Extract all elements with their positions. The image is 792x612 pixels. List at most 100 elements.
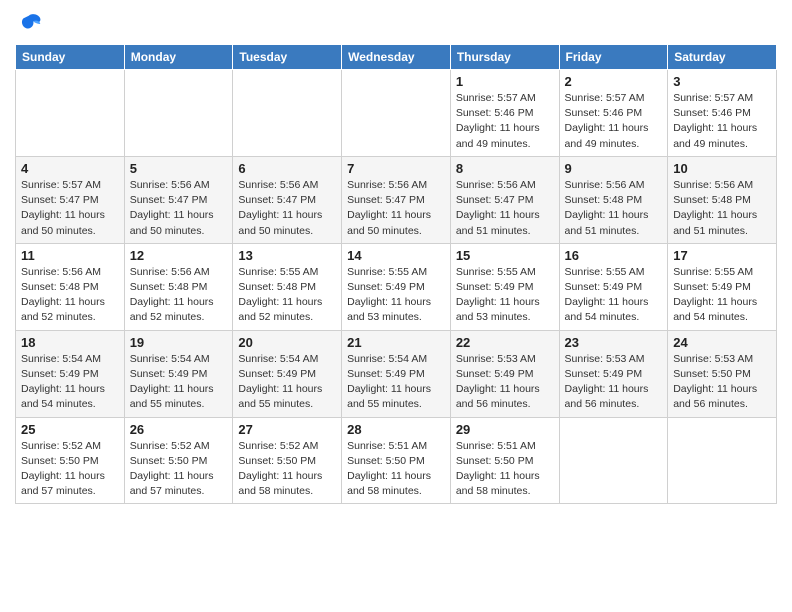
calendar-cell: 10 Sunrise: 5:56 AM Sunset: 5:48 PM Dayli… (668, 156, 777, 243)
day-info: Sunrise: 5:56 AM Sunset: 5:48 PM Dayligh… (21, 265, 119, 326)
day-number: 13 (238, 248, 336, 263)
day-number: 5 (130, 161, 228, 176)
day-header-sunday: Sunday (16, 45, 125, 70)
day-number: 17 (673, 248, 771, 263)
day-info: Sunrise: 5:56 AM Sunset: 5:47 PM Dayligh… (130, 178, 228, 239)
day-info: Sunrise: 5:55 AM Sunset: 5:48 PM Dayligh… (238, 265, 336, 326)
day-number: 2 (565, 74, 663, 89)
day-number: 10 (673, 161, 771, 176)
day-info: Sunrise: 5:57 AM Sunset: 5:46 PM Dayligh… (456, 91, 554, 152)
calendar-cell: 26Sunrise: 5:52 AM Sunset: 5:50 PM Dayli… (124, 417, 233, 504)
day-info: Sunrise: 5:57 AM Sunset: 5:46 PM Dayligh… (673, 91, 771, 152)
calendar-cell: 7 Sunrise: 5:56 AM Sunset: 5:47 PM Daylig… (342, 156, 451, 243)
day-info: Sunrise: 5:53 AM Sunset: 5:49 PM Dayligh… (565, 352, 663, 413)
day-info: Sunrise: 5:55 AM Sunset: 5:49 PM Dayligh… (565, 265, 663, 326)
day-info: Sunrise: 5:56 AM Sunset: 5:47 PM Dayligh… (347, 178, 445, 239)
day-number: 29 (456, 422, 554, 437)
calendar-cell: 20 Sunrise: 5:54 AM Sunset: 5:49 PM Dayli… (233, 330, 342, 417)
day-number: 8 (456, 161, 554, 176)
day-number: 23 (565, 335, 663, 350)
day-info: Sunrise: 5:56 AM Sunset: 5:47 PM Dayligh… (238, 178, 336, 239)
calendar-cell: 11 Sunrise: 5:56 AM Sunset: 5:48 PM Dayli… (16, 243, 125, 330)
calendar-cell: 12Sunrise: 5:56 AM Sunset: 5:48 PM Dayli… (124, 243, 233, 330)
day-number: 19 (130, 335, 228, 350)
day-number: 28 (347, 422, 445, 437)
calendar-cell: 5 Sunrise: 5:56 AM Sunset: 5:47 PM Daylig… (124, 156, 233, 243)
day-header-friday: Friday (559, 45, 668, 70)
day-info: Sunrise: 5:54 AM Sunset: 5:49 PM Dayligh… (347, 352, 445, 413)
calendar-cell: 29 Sunrise: 5:51 AM Sunset: 5:50 PM Dayli… (450, 417, 559, 504)
logo-icon (15, 10, 43, 38)
day-info: Sunrise: 5:52 AM Sunset: 5:50 PM Dayligh… (21, 439, 119, 500)
calendar-cell (16, 70, 125, 157)
week-row-2: 11 Sunrise: 5:56 AM Sunset: 5:48 PM Dayli… (16, 243, 777, 330)
calendar-cell: 8 Sunrise: 5:56 AM Sunset: 5:47 PM Daylig… (450, 156, 559, 243)
week-row-4: 25 Sunrise: 5:52 AM Sunset: 5:50 PM Dayli… (16, 417, 777, 504)
calendar-cell: 21 Sunrise: 5:54 AM Sunset: 5:49 PM Dayli… (342, 330, 451, 417)
day-number: 11 (21, 248, 119, 263)
week-row-3: 18 Sunrise: 5:54 AM Sunset: 5:49 PM Dayli… (16, 330, 777, 417)
header (15, 10, 777, 38)
calendar-cell: 15 Sunrise: 5:55 AM Sunset: 5:49 PM Dayli… (450, 243, 559, 330)
day-info: Sunrise: 5:54 AM Sunset: 5:49 PM Dayligh… (130, 352, 228, 413)
day-info: Sunrise: 5:54 AM Sunset: 5:49 PM Dayligh… (21, 352, 119, 413)
day-number: 16 (565, 248, 663, 263)
day-number: 6 (238, 161, 336, 176)
day-info: Sunrise: 5:56 AM Sunset: 5:48 PM Dayligh… (130, 265, 228, 326)
day-header-monday: Monday (124, 45, 233, 70)
calendar-cell: 22 Sunrise: 5:53 AM Sunset: 5:49 PM Dayli… (450, 330, 559, 417)
day-header-thursday: Thursday (450, 45, 559, 70)
day-number: 14 (347, 248, 445, 263)
day-info: Sunrise: 5:57 AM Sunset: 5:46 PM Dayligh… (565, 91, 663, 152)
calendar-cell: 28 Sunrise: 5:51 AM Sunset: 5:50 PM Dayli… (342, 417, 451, 504)
day-number: 4 (21, 161, 119, 176)
day-number: 27 (238, 422, 336, 437)
calendar-cell: 16 Sunrise: 5:55 AM Sunset: 5:49 PM Dayli… (559, 243, 668, 330)
day-number: 25 (21, 422, 119, 437)
day-info: Sunrise: 5:56 AM Sunset: 5:48 PM Dayligh… (673, 178, 771, 239)
day-number: 18 (21, 335, 119, 350)
day-info: Sunrise: 5:56 AM Sunset: 5:47 PM Dayligh… (456, 178, 554, 239)
calendar-page: SundayMondayTuesdayWednesdayThursdayFrid… (0, 0, 792, 612)
calendar-cell: 18 Sunrise: 5:54 AM Sunset: 5:49 PM Dayli… (16, 330, 125, 417)
logo (15, 10, 47, 38)
day-info: Sunrise: 5:51 AM Sunset: 5:50 PM Dayligh… (456, 439, 554, 500)
day-number: 9 (565, 161, 663, 176)
day-header-tuesday: Tuesday (233, 45, 342, 70)
calendar-cell: 25 Sunrise: 5:52 AM Sunset: 5:50 PM Dayli… (16, 417, 125, 504)
day-info: Sunrise: 5:55 AM Sunset: 5:49 PM Dayligh… (673, 265, 771, 326)
week-row-1: 4Sunrise: 5:57 AM Sunset: 5:47 PM Daylig… (16, 156, 777, 243)
day-info: Sunrise: 5:52 AM Sunset: 5:50 PM Dayligh… (238, 439, 336, 500)
calendar-table: SundayMondayTuesdayWednesdayThursdayFrid… (15, 44, 777, 504)
calendar-cell: 24Sunrise: 5:53 AM Sunset: 5:50 PM Dayli… (668, 330, 777, 417)
calendar-cell: 23 Sunrise: 5:53 AM Sunset: 5:49 PM Dayli… (559, 330, 668, 417)
calendar-cell: 9 Sunrise: 5:56 AM Sunset: 5:48 PM Daylig… (559, 156, 668, 243)
calendar-cell: 6 Sunrise: 5:56 AM Sunset: 5:47 PM Daylig… (233, 156, 342, 243)
day-number: 21 (347, 335, 445, 350)
calendar-cell: 27 Sunrise: 5:52 AM Sunset: 5:50 PM Dayli… (233, 417, 342, 504)
day-info: Sunrise: 5:56 AM Sunset: 5:48 PM Dayligh… (565, 178, 663, 239)
day-number: 1 (456, 74, 554, 89)
day-info: Sunrise: 5:53 AM Sunset: 5:49 PM Dayligh… (456, 352, 554, 413)
day-number: 20 (238, 335, 336, 350)
calendar-cell (233, 70, 342, 157)
calendar-cell: 3 Sunrise: 5:57 AM Sunset: 5:46 PM Daylig… (668, 70, 777, 157)
day-number: 22 (456, 335, 554, 350)
day-info: Sunrise: 5:53 AM Sunset: 5:50 PM Dayligh… (673, 352, 771, 413)
day-number: 7 (347, 161, 445, 176)
calendar-cell (559, 417, 668, 504)
day-number: 26 (130, 422, 228, 437)
day-info: Sunrise: 5:55 AM Sunset: 5:49 PM Dayligh… (456, 265, 554, 326)
calendar-cell (124, 70, 233, 157)
calendar-cell: 4Sunrise: 5:57 AM Sunset: 5:47 PM Daylig… (16, 156, 125, 243)
calendar-cell: 13 Sunrise: 5:55 AM Sunset: 5:48 PM Dayli… (233, 243, 342, 330)
calendar-cell (342, 70, 451, 157)
day-info: Sunrise: 5:54 AM Sunset: 5:49 PM Dayligh… (238, 352, 336, 413)
week-row-0: 1 Sunrise: 5:57 AM Sunset: 5:46 PM Daylig… (16, 70, 777, 157)
day-info: Sunrise: 5:55 AM Sunset: 5:49 PM Dayligh… (347, 265, 445, 326)
calendar-cell: 14 Sunrise: 5:55 AM Sunset: 5:49 PM Dayli… (342, 243, 451, 330)
day-number: 15 (456, 248, 554, 263)
day-number: 3 (673, 74, 771, 89)
day-info: Sunrise: 5:51 AM Sunset: 5:50 PM Dayligh… (347, 439, 445, 500)
calendar-cell: 19 Sunrise: 5:54 AM Sunset: 5:49 PM Dayli… (124, 330, 233, 417)
